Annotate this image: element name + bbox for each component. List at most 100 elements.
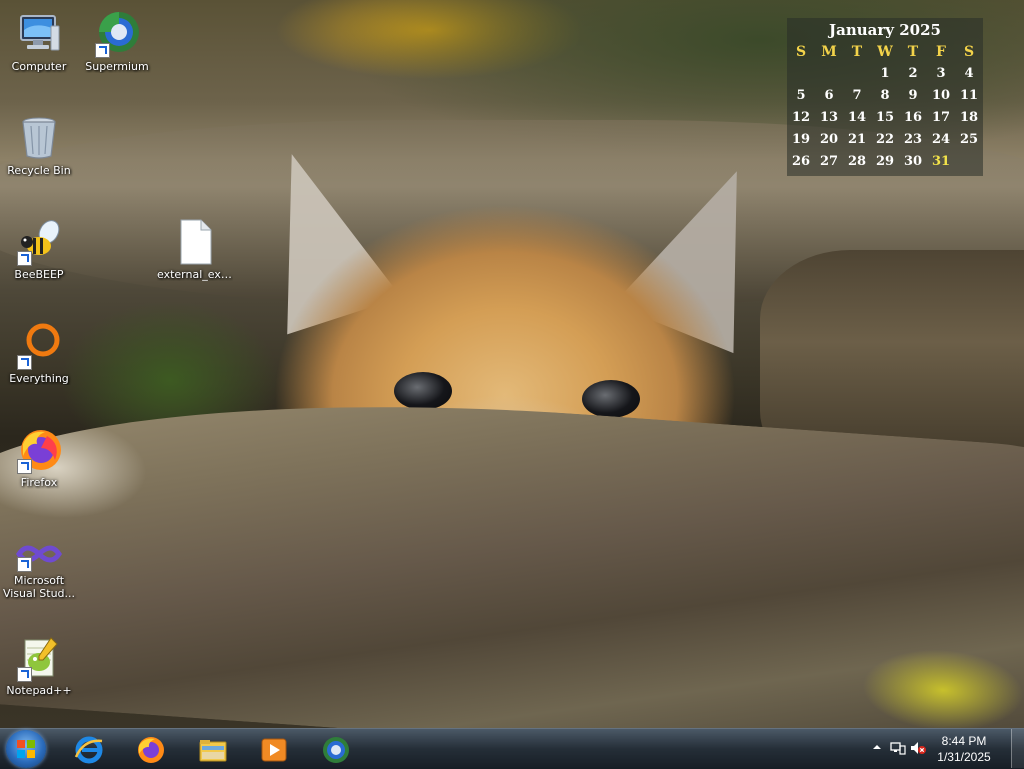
calendar-day[interactable]: 27 [815, 151, 843, 173]
bee-icon [15, 218, 63, 266]
desktop-icon-label: BeeBEEP [14, 268, 64, 281]
desktop-icon-beebeep[interactable]: BeeBEEP [1, 212, 77, 292]
calendar-grid: S M T W T F S 1 2 3 4 5 6 7 8 9 10 11 12 13 14 15 16 17 18 19 20 21… [787, 41, 983, 173]
clock-date: 1/31/2025 [937, 750, 991, 764]
calendar-day[interactable]: 8 [871, 85, 899, 107]
taskbar: 8:44 PM 1/31/2025 [0, 728, 1024, 769]
calendar-day[interactable]: 24 [927, 129, 955, 151]
calendar-weekday-header: S [795, 44, 807, 60]
calendar-day[interactable]: 20 [815, 129, 843, 151]
calendar-day[interactable]: 15 [871, 107, 899, 129]
desktop-icon-computer[interactable]: Computer [1, 4, 77, 84]
windows-logo-icon [17, 740, 35, 758]
desktop-icon-label: Notepad++ [6, 684, 72, 697]
desktop-icon-label: Everything [9, 372, 69, 385]
shortcut-arrow-icon [17, 355, 32, 370]
desktop-icon-everything[interactable]: Everything [1, 316, 77, 396]
calendar-day[interactable]: 25 [955, 129, 983, 151]
calendar-day[interactable]: 4 [955, 63, 983, 85]
calendar-day[interactable]: 18 [955, 107, 983, 129]
desktop-icon-label: Recycle Bin [7, 164, 71, 177]
calendar-empty-cell [843, 63, 871, 85]
calendar-empty-cell [815, 63, 843, 85]
calendar-day[interactable]: 2 [899, 63, 927, 85]
calendar-day[interactable]: 19 [787, 129, 815, 151]
desktop-icon-visual-studio[interactable]: Microsoft Visual Stud... [1, 532, 77, 612]
calendar-weekday-header: S [963, 44, 975, 60]
taskbar-pinned-internet-explorer[interactable] [61, 731, 117, 767]
network-icon[interactable] [890, 741, 906, 758]
shortcut-arrow-icon [17, 251, 32, 266]
desktop-icon-label: Microsoft Visual Stud... [2, 574, 76, 600]
calendar-day[interactable]: 11 [955, 85, 983, 107]
desktop-icon-label: external_ext... [157, 268, 233, 281]
shortcut-arrow-icon [17, 557, 32, 572]
notepad-plus-plus-icon [15, 634, 63, 682]
taskbar-pinned-file-explorer[interactable] [185, 731, 241, 767]
supermium-icon [93, 10, 141, 58]
calendar-day[interactable]: 6 [815, 85, 843, 107]
calendar-weekday-header: F [936, 44, 946, 60]
calendar-day-today[interactable]: 31 [927, 151, 955, 173]
calendar-day[interactable]: 10 [927, 85, 955, 107]
wallpaper-fox-eye-left [394, 372, 452, 410]
desktop-icon-external-file[interactable]: external_ext... [157, 212, 233, 292]
taskbar-pinned-firefox[interactable] [123, 731, 179, 767]
shortcut-arrow-icon [17, 667, 32, 682]
internet-explorer-icon [74, 735, 104, 765]
system-tray: 8:44 PM 1/31/2025 [854, 729, 1024, 769]
wallpaper-fox-eye-right [582, 380, 640, 418]
show-hidden-icons-chevron-icon[interactable] [872, 742, 882, 755]
calendar-empty-cell [787, 63, 815, 85]
calendar-empty-cell [955, 151, 983, 173]
document-icon [171, 218, 219, 266]
taskbar-clock[interactable]: 8:44 PM 1/31/2025 [924, 733, 1004, 765]
calendar-day[interactable]: 22 [871, 129, 899, 151]
calendar-day[interactable]: 1 [871, 63, 899, 85]
calendar-day[interactable]: 14 [843, 107, 871, 129]
shortcut-arrow-icon [95, 43, 110, 58]
recycle-bin-icon [15, 114, 63, 162]
calendar-gadget[interactable]: January 2025 S M T W T F S 1 2 3 4 5 6 7 8 9 10 11 12 13 14 1… [787, 18, 983, 176]
calendar-day[interactable]: 28 [843, 151, 871, 173]
calendar-weekday-header: T [907, 44, 919, 60]
desktop-icon-notepad-plus-plus[interactable]: Notepad++ [1, 628, 77, 708]
calendar-weekday-header: M [821, 44, 837, 60]
computer-icon [15, 10, 63, 58]
firefox-icon [136, 735, 166, 765]
desktop-icon-label: Firefox [20, 476, 58, 489]
everything-search-icon [15, 322, 63, 370]
calendar-day[interactable]: 5 [787, 85, 815, 107]
calendar-day[interactable]: 3 [927, 63, 955, 85]
show-desktop-button[interactable] [1011, 729, 1024, 768]
calendar-day[interactable]: 23 [899, 129, 927, 151]
shortcut-arrow-icon [17, 459, 32, 474]
calendar-day[interactable]: 13 [815, 107, 843, 129]
taskbar-pinned-supermium[interactable] [308, 731, 364, 767]
taskbar-pinned-media-player[interactable] [246, 731, 302, 767]
calendar-day[interactable]: 26 [787, 151, 815, 173]
visual-studio-icon [15, 536, 63, 572]
desktop-icon-recycle-bin[interactable]: Recycle Bin [1, 108, 77, 188]
desktop-icon-supermium[interactable]: Supermium [79, 4, 155, 84]
clock-time: 8:44 PM [941, 734, 987, 748]
file-explorer-icon [198, 735, 228, 765]
start-button[interactable] [6, 730, 46, 768]
calendar-title: January 2025 [829, 21, 941, 39]
desktop-icon-label: Supermium [85, 60, 149, 73]
calendar-day[interactable]: 16 [899, 107, 927, 129]
calendar-day[interactable]: 12 [787, 107, 815, 129]
desktop-icon-firefox[interactable]: Firefox [1, 420, 77, 500]
calendar-day[interactable]: 29 [871, 151, 899, 173]
firefox-icon [15, 426, 63, 474]
calendar-day[interactable]: 21 [843, 129, 871, 151]
calendar-day[interactable]: 9 [899, 85, 927, 107]
calendar-day[interactable]: 30 [899, 151, 927, 173]
calendar-weekday-header: W [877, 44, 893, 60]
calendar-weekday-header: T [851, 44, 863, 60]
calendar-day[interactable]: 7 [843, 85, 871, 107]
calendar-day[interactable]: 17 [927, 107, 955, 129]
desktop-icon-label: Computer [11, 60, 67, 73]
media-player-icon [259, 735, 289, 765]
supermium-icon [321, 735, 351, 765]
